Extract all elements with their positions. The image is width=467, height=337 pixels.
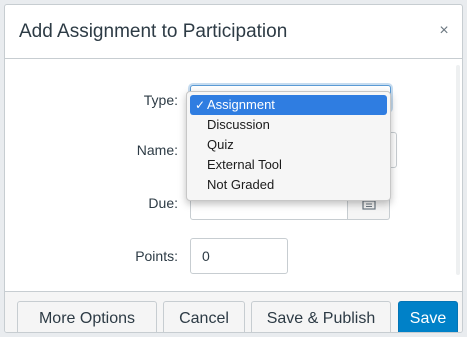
type-option-not-graded[interactable]: Not Graded — [187, 175, 390, 195]
save-button[interactable]: Save — [398, 301, 458, 332]
type-option-discussion[interactable]: Discussion — [187, 115, 390, 135]
dialog-header: Add Assignment to Participation × — [5, 5, 462, 59]
option-label: Assignment — [207, 97, 275, 112]
type-option-assignment[interactable]: ✓ Assignment — [190, 95, 387, 115]
name-label: Name: — [136, 142, 178, 158]
dialog-footer: More Options Cancel Save & Publish Save — [5, 291, 462, 332]
dialog-scrollbar[interactable] — [456, 65, 460, 275]
type-option-quiz[interactable]: Quiz — [187, 135, 390, 155]
type-dropdown-menu: ✓ Assignment Discussion Quiz External To… — [186, 91, 391, 201]
close-icon[interactable]: × — [434, 21, 454, 41]
checkmark-icon: ✓ — [195, 98, 206, 112]
type-option-external-tool[interactable]: External Tool — [187, 155, 390, 175]
save-publish-button[interactable]: Save & Publish — [251, 301, 391, 332]
type-label: Type: — [143, 92, 178, 108]
cancel-button[interactable]: Cancel — [163, 301, 245, 332]
points-input[interactable]: 0 — [190, 238, 288, 274]
due-label: Due: — [148, 195, 178, 211]
points-label: Points: — [135, 248, 178, 264]
dialog-title: Add Assignment to Participation — [19, 21, 288, 42]
add-assignment-dialog: Add Assignment to Participation × Type: … — [4, 4, 463, 333]
more-options-button[interactable]: More Options — [17, 301, 157, 332]
